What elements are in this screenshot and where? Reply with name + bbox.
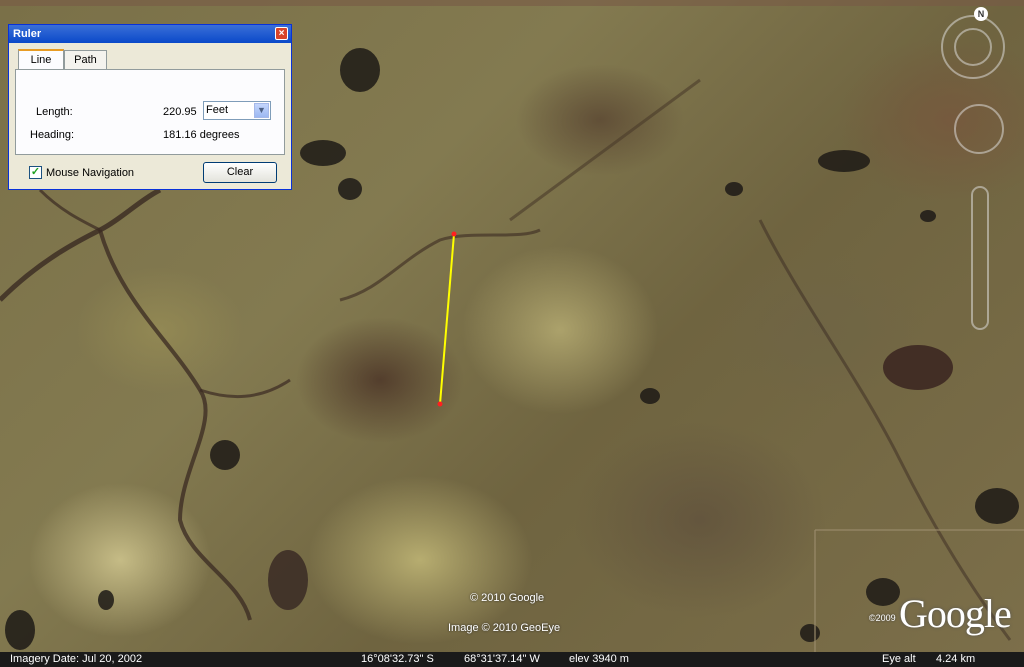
compass-inner-ring[interactable] [954,28,992,66]
status-bar: Imagery Date: Jul 20, 2002 16°08'32.73" … [0,652,1024,667]
stream-path [38,188,101,232]
zoom-slider-icon[interactable] [971,186,989,330]
stream-path [339,228,541,302]
ruler-dialog[interactable]: Ruler × Line Path Length: 220.95 Feet ▼ … [8,24,292,190]
heading-value: 181.16 degrees [163,129,240,141]
stream-path [98,229,252,621]
measurement-line [439,233,455,405]
ruler-title: Ruler [13,28,42,40]
clear-button[interactable]: Clear [203,162,277,183]
copyright-geoeye: Image © 2010 GeoEye [448,622,561,634]
google-logo: Google [899,591,1012,636]
look-joystick-icon[interactable] [954,104,1004,154]
measurement-end-point [437,401,443,407]
chevron-down-icon[interactable]: ▼ [254,103,269,118]
measurement-start-point [451,231,457,237]
copyright-google: © 2010 Google [470,592,545,604]
mouse-navigation-checkbox[interactable]: ✓ [29,166,42,179]
tab-line[interactable]: Line [18,49,64,70]
stream-path [509,78,701,222]
ruler-title-bar[interactable]: Ruler × [9,25,291,43]
logo-copyright: ©2009 [869,613,896,623]
tab-path[interactable]: Path [64,50,107,69]
close-icon[interactable]: × [275,27,288,40]
latitude-readout: 16°08'32.73" S [361,653,434,665]
longitude-readout: 68°31'37.14" W [464,653,540,665]
stream-path [199,378,291,399]
unit-select[interactable]: Feet ▼ [203,101,271,120]
eye-alt-label: Eye alt [882,653,916,665]
north-indicator[interactable]: N [974,7,988,21]
length-value: 220.95 [163,106,197,118]
stream-path [0,187,162,302]
unit-selected-value: Feet [206,104,229,116]
eye-alt-value: 4.24 km [936,653,976,665]
heading-label: Heading: [30,129,75,141]
imagery-date: Imagery Date: Jul 20, 2002 [10,653,143,665]
mouse-navigation-label[interactable]: Mouse Navigation [46,167,134,179]
elevation-readout: elev 3940 m [569,653,629,665]
length-label: Length: [36,106,73,118]
